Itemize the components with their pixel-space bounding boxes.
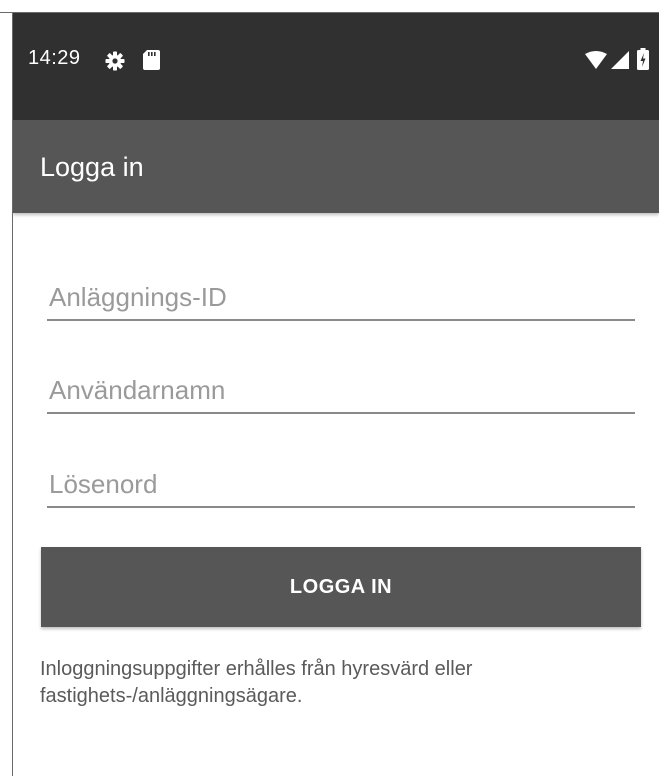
status-time: 14:29 [28,47,81,69]
password-field[interactable] [47,462,635,508]
gear-icon [105,51,125,71]
password-input[interactable] [47,462,635,506]
username-field[interactable] [47,368,635,414]
login-info-text: Inloggningsuppgifter erhålles från hyres… [40,658,473,707]
battery-icon [637,48,649,70]
page-title: Logga in [40,152,144,182]
wifi-icon [585,51,607,69]
phone-screen: 14:29 Logga in Anläggnings-ID Användarna… [13,13,659,776]
login-button[interactable]: LOGGA IN [41,547,641,627]
cell-signal-icon [611,51,629,69]
status-bar: 14:29 [13,13,659,120]
app-bar: Logga in [13,120,659,213]
sd-card-icon [143,50,160,70]
facility-id-input[interactable] [47,275,635,319]
facility-id-field[interactable] [47,275,635,321]
username-input[interactable] [47,368,635,412]
